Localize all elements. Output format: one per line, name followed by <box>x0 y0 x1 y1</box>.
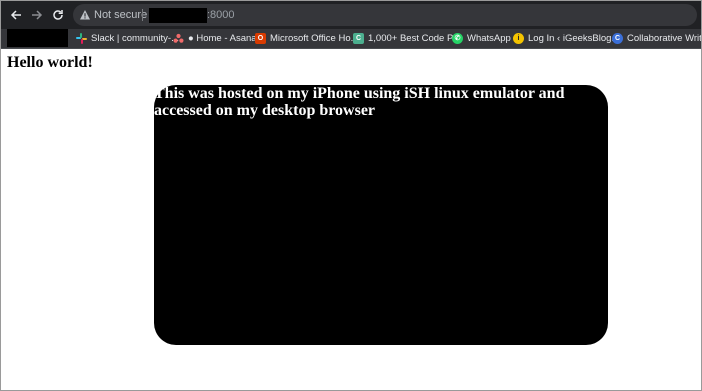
bookmark-label: Collaborative Writin... <box>627 32 702 44</box>
bookmark-asana[interactable]: ● Home - Asana <box>173 29 257 48</box>
browser-toolbar: Not secure :8000 <box>1 1 701 29</box>
codepen-icon: C <box>353 33 364 44</box>
security-status-label[interactable]: Not secure <box>94 8 147 22</box>
page-content: Hello world! This was hosted on my iPhon… <box>1 49 701 390</box>
forward-button[interactable] <box>28 6 46 24</box>
slack-icon <box>76 33 87 44</box>
bookmark-slack[interactable]: Slack | community-... <box>76 29 179 48</box>
url-port-text[interactable]: :8000 <box>207 8 235 22</box>
reload-icon <box>53 10 63 20</box>
bookmark-whatsapp[interactable]: ✆ WhatsApp <box>452 29 511 48</box>
message-card: This was hosted on my iPhone using iSH l… <box>154 85 608 345</box>
bookmark-microsoft-office[interactable]: O Microsoft Office Ho... <box>255 29 359 48</box>
bookmark-label: Slack | community-... <box>91 32 179 44</box>
bookmark-label: ● Home - Asana <box>188 32 257 44</box>
igeeksblog-icon: i <box>513 33 524 44</box>
asana-icon <box>173 33 184 44</box>
warning-triangle-icon[interactable] <box>79 9 91 21</box>
redacted-bookmark <box>7 29 68 47</box>
bookmark-label: Log In ‹ iGeeksBlog... <box>528 32 620 44</box>
bookmarks-bar: Slack | community-... ● Home - Asana O M… <box>1 29 701 49</box>
whatsapp-icon: ✆ <box>452 33 463 44</box>
address-divider <box>142 9 143 21</box>
bookmark-best-code[interactable]: C 1,000+ Best Code P... <box>353 29 460 48</box>
card-message: This was hosted on my iPhone using iSH l… <box>154 85 565 119</box>
back-button[interactable] <box>7 6 25 24</box>
arrow-right-icon <box>32 10 43 20</box>
reload-button[interactable] <box>49 6 67 24</box>
arrow-left-icon <box>10 10 21 20</box>
bookmark-igeeksblog[interactable]: i Log In ‹ iGeeksBlog... <box>513 29 619 48</box>
bookmark-collaborative-writing[interactable]: C Collaborative Writin... <box>612 29 702 48</box>
collaborative-writing-icon: C <box>612 33 623 44</box>
bookmark-label: WhatsApp <box>467 32 511 44</box>
browser-window: Not secure :8000 Slack | community-... ●… <box>0 0 702 391</box>
address-bar[interactable]: Not secure :8000 <box>73 4 697 26</box>
office-icon: O <box>255 33 266 44</box>
bookmark-label: Microsoft Office Ho... <box>270 32 359 44</box>
redacted-host <box>149 8 207 23</box>
page-heading: Hello world! <box>7 54 93 71</box>
bookmark-label: 1,000+ Best Code P... <box>368 32 460 44</box>
